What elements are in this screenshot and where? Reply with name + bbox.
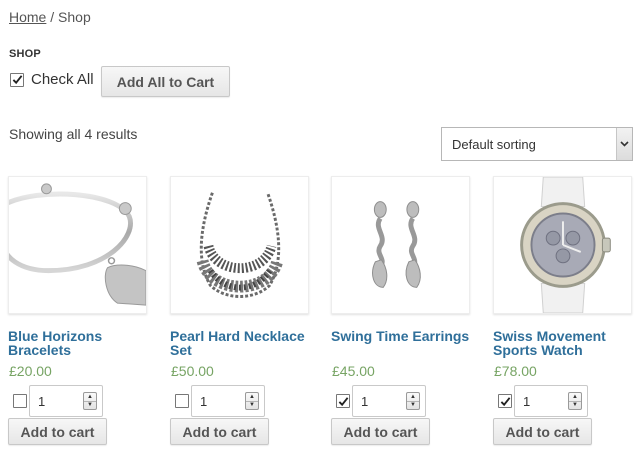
product-price: £78.00 bbox=[494, 363, 537, 379]
watch-image[interactable] bbox=[493, 176, 632, 314]
checkmark-icon bbox=[500, 396, 510, 406]
product-select-checkbox[interactable] bbox=[336, 394, 350, 408]
product-select-checkbox[interactable] bbox=[13, 394, 27, 408]
add-to-cart-button[interactable]: Add to cart bbox=[493, 418, 592, 445]
breadcrumb-home-link[interactable]: Home bbox=[9, 9, 46, 25]
checkmark-icon bbox=[12, 75, 22, 85]
check-all-control[interactable]: Check All bbox=[10, 71, 94, 88]
checkmark-icon bbox=[338, 396, 348, 406]
sorting-selected-value: Default sorting bbox=[452, 136, 536, 152]
spinner-arrows-icon[interactable]: ▲ ▼ bbox=[83, 392, 97, 410]
spinner-arrows-icon[interactable]: ▲ ▼ bbox=[245, 392, 259, 410]
quantity-stepper[interactable]: 1 ▲ ▼ bbox=[29, 385, 103, 417]
quantity-stepper[interactable]: 1 ▲ ▼ bbox=[514, 385, 588, 417]
chevron-down-icon[interactable] bbox=[616, 128, 632, 160]
add-to-cart-button[interactable]: Add to cart bbox=[170, 418, 269, 445]
product-price: £20.00 bbox=[9, 363, 52, 379]
product-price: £50.00 bbox=[171, 363, 214, 379]
product-name-link[interactable]: Pearl Hard Necklace Set bbox=[170, 329, 310, 357]
quantity-value[interactable]: 1 bbox=[353, 394, 406, 409]
result-count: Showing all 4 results bbox=[9, 126, 138, 142]
product-card: Swing Time Earrings £45.00 1 ▲ ▼ Add to c… bbox=[331, 176, 471, 445]
product-price: £45.00 bbox=[332, 363, 375, 379]
product-select-checkbox[interactable] bbox=[498, 394, 512, 408]
product-card: Blue Horizons Bracelets £20.00 1 ▲ ▼ Add … bbox=[8, 176, 148, 445]
earrings-image[interactable] bbox=[331, 176, 470, 314]
breadcrumb: Home / Shop bbox=[9, 9, 91, 25]
quantity-value[interactable]: 1 bbox=[30, 394, 83, 409]
breadcrumb-separator: / bbox=[46, 9, 59, 25]
product-name-link[interactable]: Swing Time Earrings bbox=[331, 329, 471, 343]
breadcrumb-current: Shop bbox=[58, 9, 91, 25]
add-all-to-cart-button[interactable]: Add All to Cart bbox=[101, 66, 230, 97]
product-name-link[interactable]: Swiss Movement Sports Watch bbox=[493, 329, 633, 357]
product-select-checkbox[interactable] bbox=[175, 394, 189, 408]
product-name-link[interactable]: Blue Horizons Bracelets bbox=[8, 329, 148, 357]
quantity-stepper[interactable]: 1 ▲ ▼ bbox=[352, 385, 426, 417]
add-to-cart-button[interactable]: Add to cart bbox=[331, 418, 430, 445]
product-card: Pearl Hard Necklace Set £50.00 1 ▲ ▼ Add … bbox=[170, 176, 310, 445]
bracelet-image[interactable] bbox=[8, 176, 147, 314]
quantity-value[interactable]: 1 bbox=[192, 394, 245, 409]
quantity-value[interactable]: 1 bbox=[515, 394, 568, 409]
sorting-select[interactable]: Default sorting bbox=[441, 127, 633, 161]
necklace-image[interactable] bbox=[170, 176, 309, 314]
add-to-cart-button[interactable]: Add to cart bbox=[8, 418, 107, 445]
quantity-stepper[interactable]: 1 ▲ ▼ bbox=[191, 385, 265, 417]
check-all-label: Check All bbox=[31, 71, 94, 88]
check-all-checkbox[interactable] bbox=[10, 72, 24, 87]
spinner-arrows-icon[interactable]: ▲ ▼ bbox=[568, 392, 582, 410]
spinner-arrows-icon[interactable]: ▲ ▼ bbox=[406, 392, 420, 410]
product-card: Swiss Movement Sports Watch £78.00 1 ▲ ▼ … bbox=[493, 176, 633, 445]
page-title: SHOP bbox=[9, 48, 41, 60]
